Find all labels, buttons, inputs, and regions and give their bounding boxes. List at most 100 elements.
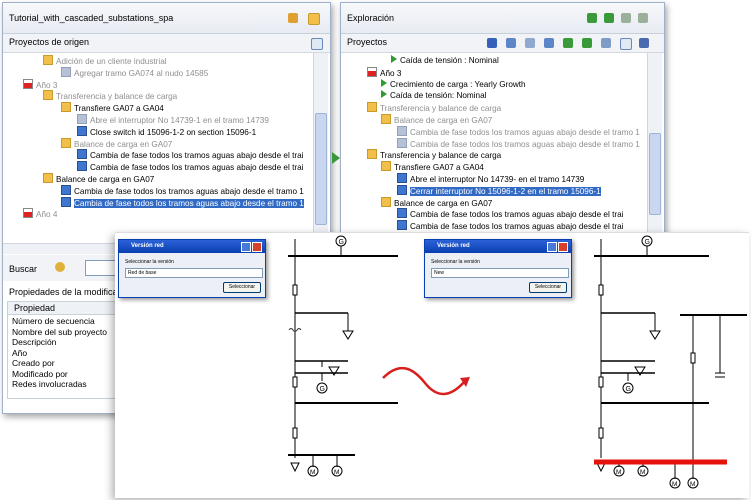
tree-item-label: Caída de tensión: Nominal [390, 91, 487, 101]
pin-icon[interactable] [639, 38, 649, 48]
motor-label: M [334, 469, 339, 476]
save-icon[interactable] [487, 38, 497, 48]
tree-item[interactable]: Caída de tensión : Nominal [391, 55, 499, 66]
source-tree-scrollbar[interactable] [313, 53, 328, 243]
version-select[interactable]: New [431, 268, 569, 278]
modification-icon [61, 66, 71, 77]
tree-item[interactable]: Transferencia y balance de carga [367, 149, 501, 160]
source-projects-label: Proyectos de origen [9, 37, 90, 47]
forward-icon[interactable] [621, 13, 631, 23]
tree-item-label: Balance de carga en GA07 [394, 116, 493, 125]
props-col-label: Propiedad [14, 303, 56, 313]
property-name: Creado por [12, 358, 55, 368]
version-select[interactable]: Red de base [125, 268, 263, 278]
modification-icon [397, 137, 407, 148]
open-folder-icon[interactable] [308, 13, 320, 25]
up-icon[interactable] [563, 38, 573, 48]
folder-icon [367, 149, 377, 160]
edit-icon[interactable] [525, 38, 535, 48]
tree-item[interactable]: Año 4 [23, 208, 57, 219]
settings-icon[interactable] [601, 38, 611, 48]
tree-item[interactable]: Cambia de fase todos los tramos aguas ab… [397, 208, 623, 219]
tree-item[interactable]: Año 3 [23, 78, 57, 90]
projects-header: Proyectos [341, 34, 664, 53]
scroll-thumb[interactable] [315, 113, 327, 225]
run-icon[interactable] [288, 13, 298, 23]
tree-item[interactable]: Cambia de fase todos los tramos aguas ab… [77, 161, 303, 172]
property-name: Número de secuencia [12, 316, 95, 326]
add-icon[interactable] [506, 38, 516, 48]
modification-icon [61, 184, 71, 195]
right-title-bar: Exploración [341, 3, 664, 34]
tree-item[interactable]: Cambia de fase todos los tramos aguas ab… [397, 220, 623, 231]
tree-item[interactable]: Balance de carga en GA07 [61, 137, 172, 149]
exploration-panel: Exploración Proyectos Caída de tensión :… [340, 2, 665, 236]
down-icon[interactable] [582, 38, 592, 48]
tree-item[interactable]: Cambia de fase todos los tramos aguas ab… [61, 184, 304, 196]
tree-item-label: Cambia de fase todos los tramos aguas ab… [90, 163, 304, 173]
tree-item-label: Close switch id 15096-1-2 on section 150… [90, 127, 257, 137]
tree-item[interactable]: Balance de carga en GA07 [381, 114, 492, 125]
folder-icon [367, 102, 377, 113]
help-icon[interactable] [547, 242, 557, 252]
select-button[interactable]: Seleccionar [223, 282, 261, 293]
tree-item[interactable]: Transfiere GA07 a GA04 [61, 102, 164, 113]
scroll-thumb[interactable] [649, 133, 661, 215]
transfer-arrow-icon[interactable] [332, 152, 340, 164]
first-icon[interactable] [587, 13, 597, 23]
tree-item[interactable]: Cambia de fase todos los tramos aguas ab… [397, 137, 640, 149]
refresh-icon[interactable] [620, 38, 632, 50]
remove-icon[interactable] [544, 38, 554, 48]
props-table: Propiedad Número de secuencia Nombre del … [7, 301, 127, 399]
tree-item[interactable]: Cambia de fase todos los tramos aguas ab… [77, 149, 303, 160]
folder-icon [381, 161, 391, 172]
search-icon[interactable] [55, 262, 65, 272]
modification-icon [397, 184, 407, 195]
tree-item[interactable]: Caída de tensión: Nominal [381, 90, 487, 101]
calendar-icon [367, 66, 377, 77]
folder-icon [61, 102, 71, 113]
last-icon[interactable] [638, 13, 648, 23]
tree-item[interactable]: Abre el interruptor No 14739- en el tram… [397, 173, 584, 184]
tree-item[interactable]: Transferencia y balance de carga [367, 102, 501, 113]
property-name: Año [12, 347, 28, 358]
gen-label: G [645, 239, 650, 246]
modification-icon [397, 125, 407, 136]
refresh-icon[interactable] [311, 38, 323, 50]
modification-icon [77, 125, 87, 136]
tree-item[interactable]: Close switch id 15096-1-2 on section 150… [77, 125, 257, 137]
close-icon[interactable] [558, 242, 568, 252]
modification-icon [77, 149, 87, 160]
select-button[interactable]: Seleccionar [529, 282, 567, 293]
tree-item-label: Cerrar interruptor No 15096-1-2 en el tr… [410, 186, 601, 196]
tree-item-label: Transferencia y balance de carga [380, 151, 502, 161]
modification-icon [397, 208, 407, 219]
tree-item[interactable]: Transferencia y balance de carga [43, 90, 177, 101]
modification-icon [77, 114, 87, 124]
tree-item[interactable]: Cerrar interruptor No 15096-1-2 en el tr… [397, 184, 601, 196]
back-icon[interactable] [604, 13, 614, 23]
calendar-icon [23, 78, 33, 89]
tree-item[interactable]: Crecimiento de carga : Yearly Growth [381, 78, 526, 90]
tree-item[interactable]: Balance de carga en GA07 [43, 173, 154, 184]
left-title-bar: Tutorial_with_cascaded_substations_spa [3, 3, 330, 34]
help-icon[interactable] [241, 242, 251, 252]
tree-item[interactable]: Año 3 [367, 66, 401, 78]
tree-item[interactable]: Cambia de fase todos los tramos aguas ab… [61, 196, 304, 208]
tree-item[interactable]: Abre el interruptor No 14739-1 en el tra… [77, 114, 269, 125]
tree-item-label: Cambia de fase todos los tramos aguas ab… [74, 198, 304, 208]
tree-item[interactable]: Balance de carga en GA07 [381, 196, 492, 208]
calendar-icon [23, 208, 33, 219]
exploration-title: Exploración [347, 13, 395, 23]
network-version-dialog-right: Versión red Seleccionar la versión New S… [424, 239, 572, 298]
tree-item[interactable]: Adición de un cliente industrial [43, 55, 167, 66]
projects-tree-scrollbar[interactable] [647, 53, 662, 233]
close-icon[interactable] [252, 242, 262, 252]
tree-item[interactable]: Transfiere GA07 a GA04 [381, 161, 484, 172]
version-label: Seleccionar la versión [431, 259, 480, 265]
tree-item[interactable]: Agregar tramo GA074 al nudo 14585 [61, 66, 208, 78]
tree-item[interactable]: Cambia de fase todos los tramos aguas ab… [397, 125, 640, 137]
play-arrow-icon [381, 90, 387, 99]
tree-item-label: Abre el interruptor No 14739-1 en el tra… [90, 116, 269, 125]
curved-arrow-icon [382, 366, 466, 396]
